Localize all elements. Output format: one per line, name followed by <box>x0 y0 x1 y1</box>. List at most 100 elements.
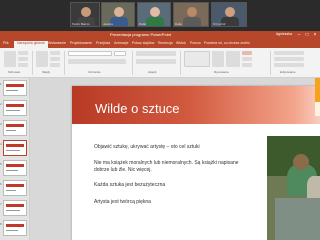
slide-thumbnails: 1 2 3 4 5 6 7 8 <box>0 78 30 240</box>
divider <box>180 51 181 75</box>
divider <box>132 51 133 75</box>
thumb-title-bar <box>6 124 24 127</box>
group-label: Akapit <box>148 70 157 74</box>
thumb-number: 5 <box>0 162 2 166</box>
tab-review[interactable]: Recenzja <box>158 41 173 45</box>
divider <box>64 51 65 75</box>
thumb-title-bar <box>6 204 24 207</box>
shape-outline-button[interactable] <box>242 57 252 61</box>
group-label: Rysowanie <box>214 70 229 74</box>
video-call-strip: Pedro Barros Joanna Rafał Dalia Krzyszto… <box>0 0 320 31</box>
thumb-number: 7 <box>0 202 2 206</box>
thumb-number: 3 <box>0 122 2 126</box>
thumb-line <box>6 110 20 111</box>
current-slide[interactable]: Wilde o sztuce Objawić sztukę, ukrywać a… <box>72 86 320 240</box>
side-accent-light <box>315 102 320 116</box>
video-tile[interactable]: Pedro Barros <box>70 2 100 27</box>
reset-button[interactable] <box>50 57 60 61</box>
slide-canvas: Wilde o sztuce Objawić sztukę, ukrywać a… <box>30 78 320 240</box>
slide-thumbnail[interactable] <box>3 80 27 96</box>
participant-face <box>225 7 235 17</box>
video-tile[interactable]: Rafał <box>137 2 171 27</box>
thumb-line <box>6 170 18 171</box>
slide-thumbnail[interactable] <box>3 120 27 136</box>
thumb-number: 1 <box>0 82 2 86</box>
shape-effects-button[interactable] <box>242 63 252 67</box>
thumb-number: 2 <box>0 102 2 106</box>
bullet-item[interactable]: Artysta jest twórcą piękna <box>94 199 249 206</box>
divider <box>270 51 271 75</box>
slide-thumbnail[interactable] <box>3 160 27 176</box>
participant-body <box>183 17 201 26</box>
slide-thumbnail[interactable] <box>3 220 27 236</box>
tab-help[interactable]: Pomoc <box>190 41 201 45</box>
section-button[interactable] <box>50 63 60 67</box>
shape-fill-button[interactable] <box>242 51 252 55</box>
thumb-line <box>6 230 18 231</box>
select-button[interactable] <box>274 63 304 67</box>
slide-thumbnail[interactable] <box>3 200 27 216</box>
user-name[interactable]: Agnieszka <box>276 32 292 36</box>
arrange-button[interactable] <box>212 51 224 67</box>
maximize-icon[interactable]: □ <box>304 32 310 38</box>
tab-home[interactable]: Narzędzia główne <box>14 41 48 48</box>
thumb-line <box>6 150 20 151</box>
new-slide-button[interactable] <box>36 51 48 67</box>
tab-transitions[interactable]: Przejścia <box>96 41 110 45</box>
shapes-gallery[interactable] <box>184 51 210 67</box>
close-icon[interactable]: × <box>312 32 318 38</box>
slide-title[interactable]: Wilde o sztuce <box>95 101 180 116</box>
slide-thumbnail[interactable] <box>3 180 27 196</box>
divider <box>32 51 33 75</box>
tell-me-search[interactable]: Powiedz mi, co chcesz zrobić <box>204 41 250 45</box>
slide-thumbnail-selected[interactable] <box>3 140 27 156</box>
layout-button[interactable] <box>50 51 60 55</box>
font-name-field[interactable] <box>68 51 112 56</box>
thumb-title-bar <box>6 164 24 167</box>
copy-button[interactable] <box>18 57 28 61</box>
video-tile[interactable]: Dalia <box>173 2 209 27</box>
bullet-item[interactable]: Objawić sztukę, ukrywać artystę – oto ce… <box>94 144 249 151</box>
thumb-line <box>6 90 18 91</box>
tab-insert[interactable]: Wstawianie <box>48 41 66 45</box>
thumb-line <box>6 190 16 191</box>
find-button[interactable] <box>274 51 304 55</box>
list-buttons[interactable] <box>136 51 176 56</box>
quick-styles-button[interactable] <box>226 51 240 67</box>
thumb-number: 8 <box>0 222 2 226</box>
tab-view[interactable]: Widok <box>176 41 186 45</box>
video-name: Dalia <box>175 22 182 26</box>
paste-button[interactable] <box>4 51 16 67</box>
thumb-title-bar <box>6 224 24 227</box>
video-name: Pedro Barros <box>72 22 90 26</box>
thumb-title-bar <box>6 184 24 187</box>
font-format-buttons[interactable] <box>68 59 126 64</box>
ribbon-tabs: Plik Narzędzia główne Wstawianie Projekt… <box>0 40 320 48</box>
tab-slideshow[interactable]: Pokaz slajdów <box>132 41 154 45</box>
video-name: Krzysztof <box>213 22 226 26</box>
thumb-title-bar <box>6 144 24 147</box>
slide-thumbnail[interactable] <box>3 100 27 116</box>
video-tile[interactable]: Krzysztof <box>211 2 247 27</box>
bullet-item[interactable]: Nie ma książek moralnych lub niemoralnyc… <box>94 160 249 173</box>
tab-animations[interactable]: Animacje <box>114 41 128 45</box>
minimize-icon[interactable]: – <box>296 32 302 38</box>
participant-face <box>187 7 197 17</box>
group-label: Edytowanie <box>280 70 296 74</box>
oscar-wilde-statue-photo[interactable] <box>267 136 320 240</box>
tab-file[interactable]: Plik <box>3 41 9 45</box>
replace-button[interactable] <box>274 57 304 61</box>
thumb-line <box>6 210 20 211</box>
cut-button[interactable] <box>18 51 28 55</box>
format-painter-button[interactable] <box>18 63 28 67</box>
tab-design[interactable]: Projektowanie <box>70 41 92 45</box>
photo-statue-head <box>293 154 309 170</box>
font-size-field[interactable] <box>114 51 126 56</box>
video-name: Joanna <box>103 22 113 26</box>
align-buttons[interactable] <box>136 59 176 64</box>
video-tile[interactable]: Joanna <box>101 2 135 27</box>
bullet-item[interactable]: Każda sztuka jest bezużyteczna <box>94 182 249 189</box>
group-label: Slajdy <box>42 70 51 74</box>
video-name: Rafał <box>139 22 147 26</box>
group-label: Czcionka <box>88 70 101 74</box>
